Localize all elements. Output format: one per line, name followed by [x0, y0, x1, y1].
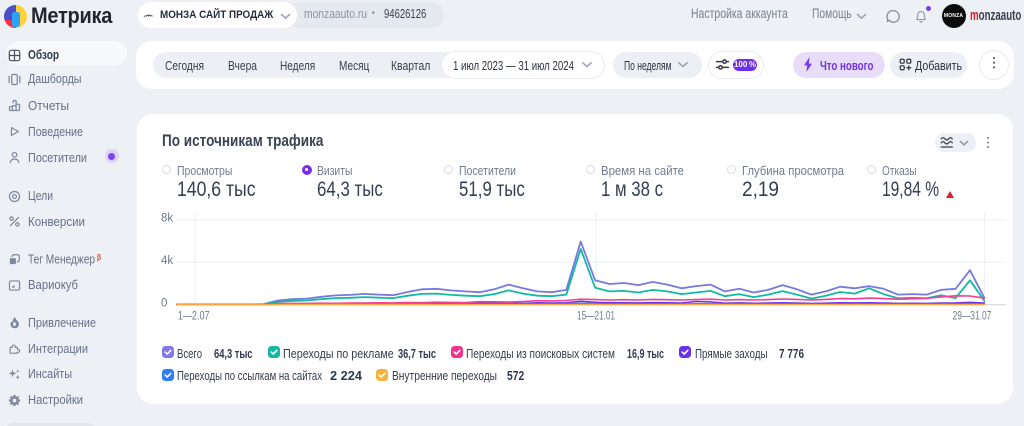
svg-text:8k: 8k: [161, 213, 173, 225]
svg-text:1—2.07: 1—2.07: [178, 309, 210, 323]
svg-text:29—31.07: 29—31.07: [953, 309, 992, 323]
svg-text:4k: 4k: [161, 255, 173, 267]
svg-text:0: 0: [161, 298, 167, 310]
svg-text:15—21.01: 15—21.01: [577, 309, 615, 323]
